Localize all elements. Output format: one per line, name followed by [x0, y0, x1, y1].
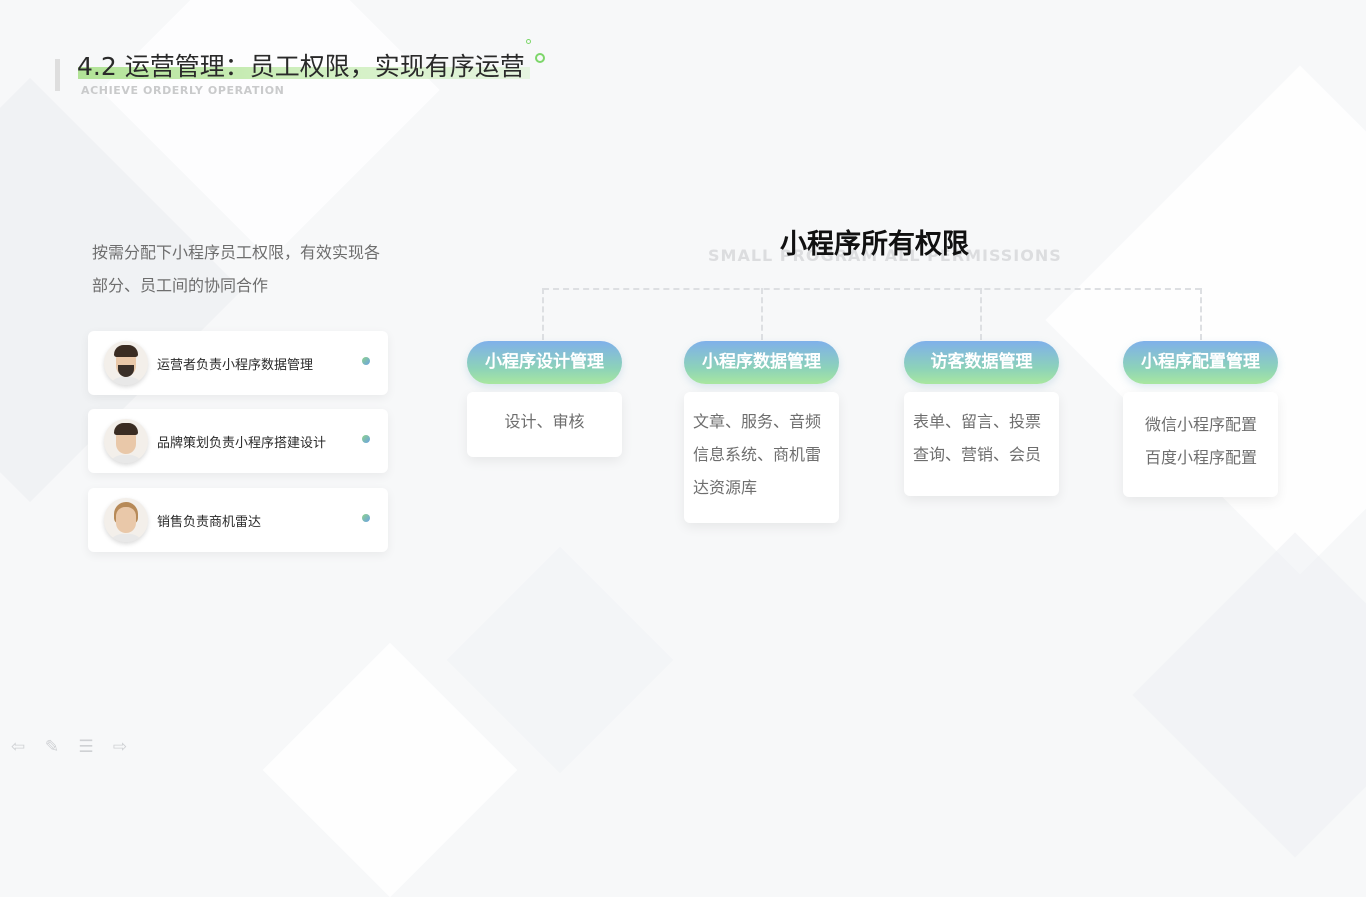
category-pill-visitor: 访客数据管理	[904, 341, 1059, 384]
role-card-operator: 运营者负责小程序数据管理	[88, 331, 388, 395]
category-detail-data: 文章、服务、音频 信息系统、商机雷 达资源库	[684, 392, 839, 523]
detail-line: 文章、服务、音频	[693, 412, 822, 431]
arrow-right-icon[interactable]: ⇨	[110, 738, 130, 756]
role-card-brand: 品牌策划负责小程序搭建设计	[88, 409, 388, 473]
detail-line: 设计、审核	[504, 412, 585, 431]
description-line: 按需分配下小程序员工权限，有效实现各	[92, 243, 381, 262]
menu-icon[interactable]: ☰	[76, 738, 96, 756]
description-line: 部分、员工间的协同合作	[92, 276, 269, 295]
role-card-sales: 销售负责商机雷达	[88, 488, 388, 552]
slideshow-toolbar: ⇦ ✎ ☰ ⇨	[8, 738, 130, 756]
description: 按需分配下小程序员工权限，有效实现各 部分、员工间的协同合作	[92, 236, 412, 302]
title-decor-dot	[535, 53, 545, 63]
role-card-text: 销售负责商机雷达	[157, 515, 262, 530]
category-detail-visitor: 表单、留言、投票 查询、营销、会员	[904, 392, 1059, 496]
connector-line	[761, 288, 763, 340]
detail-line: 查询、营销、会员	[913, 445, 1042, 464]
bg-diamond	[1132, 532, 1366, 858]
role-card-text: 品牌策划负责小程序搭建设计	[157, 436, 327, 451]
avatar	[104, 419, 148, 463]
diagram-title: 小程序所有权限	[780, 229, 969, 260]
bg-diamond	[1045, 65, 1366, 575]
title-accent-bar	[55, 59, 60, 91]
pen-icon[interactable]: ✎	[42, 738, 62, 756]
bullet-dot-icon	[362, 357, 370, 365]
connector-line	[543, 288, 1201, 290]
category-pill-data: 小程序数据管理	[684, 341, 839, 384]
arrow-left-icon[interactable]: ⇦	[8, 738, 28, 756]
category-pill-config: 小程序配置管理	[1123, 341, 1278, 384]
bullet-dot-icon	[362, 514, 370, 522]
avatar	[104, 498, 148, 542]
connector-line	[1200, 288, 1202, 340]
connector-line	[542, 288, 544, 340]
detail-line: 微信小程序配置	[1144, 415, 1257, 434]
title-decor-dot	[526, 39, 531, 44]
role-card-text: 运营者负责小程序数据管理	[157, 358, 314, 373]
detail-line: 达资源库	[693, 478, 758, 497]
detail-line: 百度小程序配置	[1144, 448, 1257, 467]
avatar	[104, 341, 148, 385]
category-detail-config: 微信小程序配置 百度小程序配置	[1123, 392, 1278, 497]
category-detail-design: 设计、审核	[467, 392, 622, 457]
category-pill-design: 小程序设计管理	[467, 341, 622, 384]
bullet-dot-icon	[362, 435, 370, 443]
page-subtitle: ACHIEVE ORDERLY OPERATION	[81, 84, 285, 97]
connector-line	[980, 288, 982, 340]
detail-line: 表单、留言、投票	[913, 412, 1042, 431]
detail-line: 信息系统、商机雷	[693, 445, 822, 464]
page-title: 4.2 运营管理：员工权限，实现有序运营	[77, 52, 525, 81]
